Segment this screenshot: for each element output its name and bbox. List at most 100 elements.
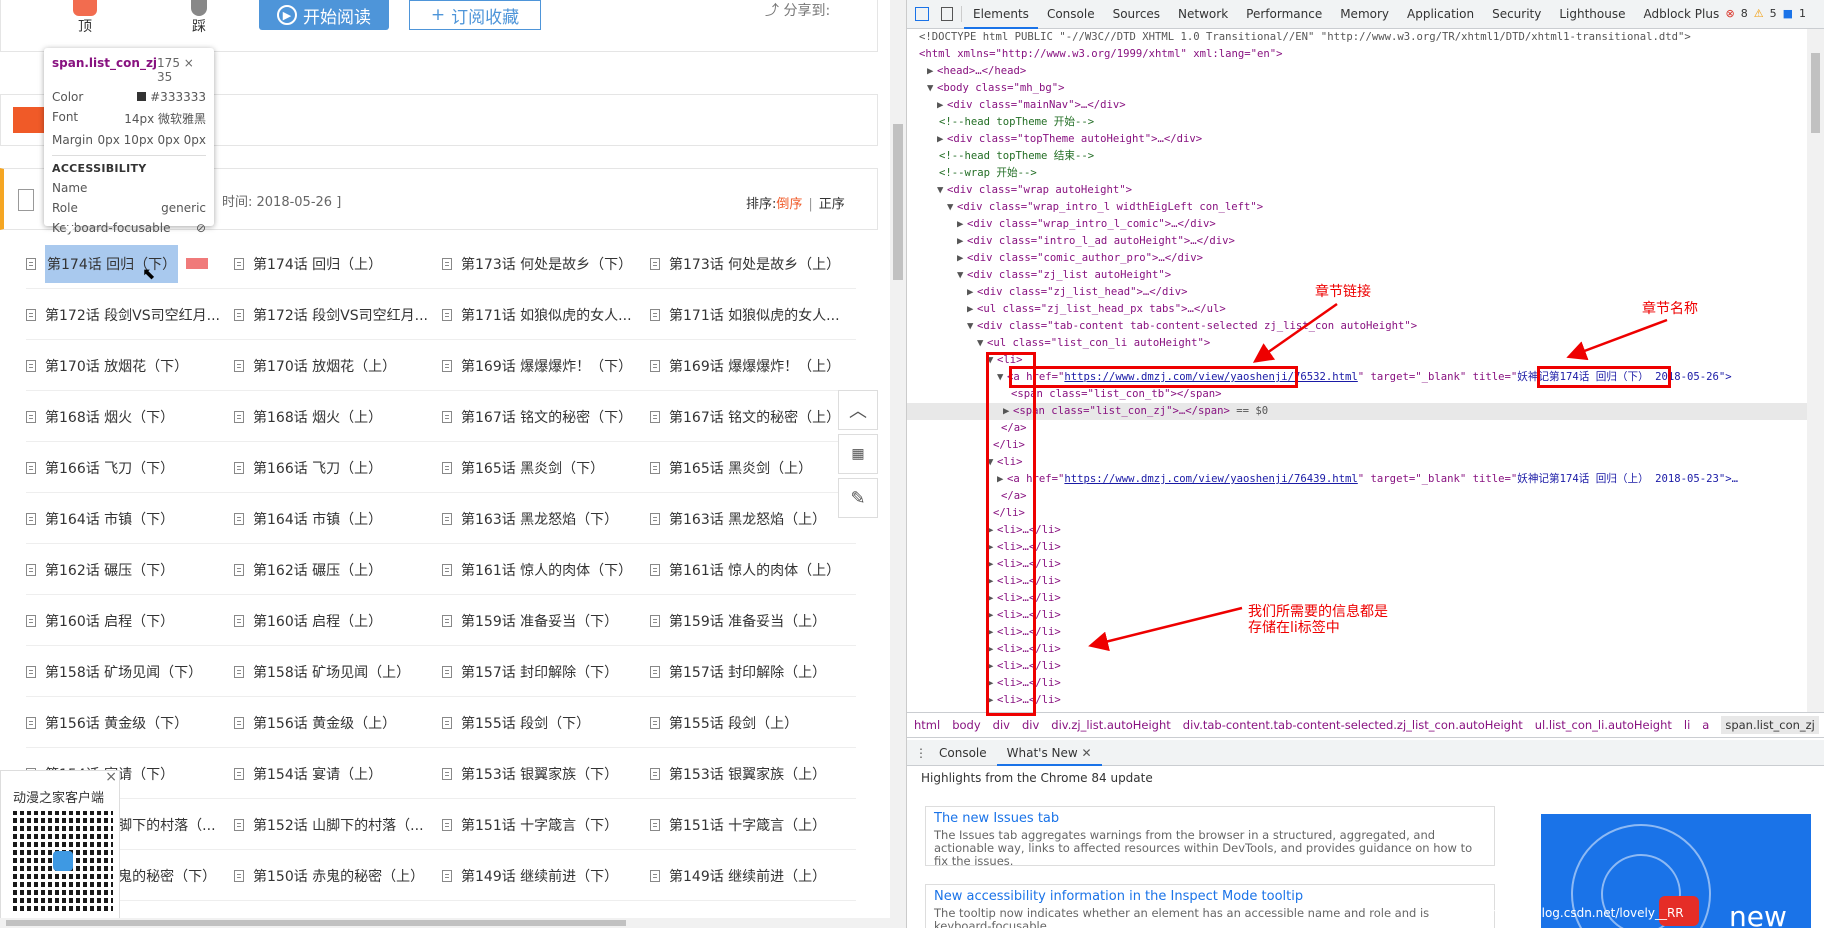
- dislike-button[interactable]: 踩: [179, 0, 219, 36]
- dom-node[interactable]: ▼ <div class="wrap autoHeight">: [907, 182, 1132, 199]
- chapter-link[interactable]: 第149话 继续前进（上）: [650, 850, 850, 901]
- breadcrumb-item[interactable]: ul.list_con_li.autoHeight: [1535, 718, 1672, 732]
- sort-asc-link[interactable]: 正序: [819, 197, 845, 212]
- news-card-title[interactable]: New accessibility information in the Ins…: [934, 889, 1486, 904]
- page-scrollbar[interactable]: [890, 0, 906, 928]
- chapter-link[interactable]: 第172话 段剑VS司空红月...: [234, 289, 434, 340]
- chapter-link[interactable]: 第156话 黄金级（上）: [234, 697, 434, 748]
- tab-sources[interactable]: Sources: [1104, 0, 1169, 29]
- dom-node[interactable]: <!--head topTheme 开始-->: [907, 114, 1094, 131]
- dom-node[interactable]: ▶ <div class="intro_l_ad autoHeight">…</d…: [907, 233, 1235, 250]
- expand-triangle-icon[interactable]: ▶: [927, 63, 937, 80]
- expand-triangle-icon[interactable]: ▶: [957, 250, 967, 267]
- dom-node[interactable]: ▶ <div class="topTheme autoHeight">…</div…: [907, 131, 1202, 148]
- chapter-link[interactable]: 第172话 段剑VS司空红月...: [26, 289, 226, 340]
- dom-node[interactable]: ▶ <li>…</li>: [907, 522, 1061, 539]
- chapter-link[interactable]: 第150话 赤鬼的秘密（上）: [234, 850, 434, 901]
- chapter-link[interactable]: 第171话 如狼似虎的女人...: [650, 289, 850, 340]
- chapter-link[interactable]: 第152话 山脚下的村落（...: [234, 799, 434, 850]
- tab-application[interactable]: Application: [1398, 0, 1483, 29]
- page-hscrollbar[interactable]: [0, 918, 890, 928]
- dom-tree-scrollbar[interactable]: [1807, 29, 1824, 712]
- collapse-triangle-icon[interactable]: ▼: [927, 80, 937, 97]
- sort-desc-link[interactable]: 倒序: [776, 197, 802, 212]
- dom-node[interactable]: ▶ <ul class="zj_list_head_px tabs">…</ul>: [907, 301, 1226, 318]
- chapter-link[interactable]: 第156话 黄金级（下）: [26, 697, 226, 748]
- chapter-link[interactable]: 第157话 封印解除（下）: [442, 646, 642, 697]
- inspect-element-icon[interactable]: [915, 7, 929, 21]
- dom-node[interactable]: ▶ <li>…</li>: [907, 692, 1061, 709]
- chapter-link[interactable]: 第155话 段剑（下）: [442, 697, 642, 748]
- scroll-top-button[interactable]: ︿: [838, 390, 878, 430]
- dom-node[interactable]: <span class="list_con_tb"></span>: [907, 386, 1221, 403]
- chapter-link[interactable]: 第153话 银翼家族（上）: [650, 748, 850, 799]
- news-card[interactable]: New accessibility information in the Ins…: [925, 884, 1495, 928]
- share-label[interactable]: ⤴ 分享到:: [765, 0, 830, 20]
- dom-node-selected[interactable]: ▶ <span class="list_con_zj">…</span> == $…: [907, 403, 1807, 420]
- chapter-link[interactable]: 第167话 铭文的秘密（下）: [442, 391, 642, 442]
- chapter-link[interactable]: 第173话 何处是故乡（下）: [442, 238, 642, 289]
- chapter-link[interactable]: 第158话 矿场见闻（下）: [26, 646, 226, 697]
- chapter-link[interactable]: 第149话 继续前进（下）: [442, 850, 642, 901]
- chapter-link[interactable]: 第161话 惊人的肉体（上）: [650, 544, 850, 595]
- chapter-link[interactable]: 第158话 矿场见闻（上）: [234, 646, 434, 697]
- start-reading-button[interactable]: ▶ 开始阅读: [259, 0, 389, 30]
- dom-node[interactable]: ▶ <div class="mainNav">…</div>: [907, 97, 1126, 114]
- tab-elements[interactable]: Elements: [964, 0, 1038, 29]
- breadcrumb-item[interactable]: div: [1022, 718, 1039, 732]
- chapter-link[interactable]: 第160话 启程（上）: [234, 595, 434, 646]
- chapter-link[interactable]: 第154话 宴请（上）: [234, 748, 434, 799]
- breadcrumb-item[interactable]: html: [914, 718, 940, 732]
- tab-console[interactable]: Console: [929, 740, 997, 766]
- chapter-link[interactable]: 第166话 飞刀（下）: [26, 442, 226, 493]
- chapter-link[interactable]: 第174话 回归（上）: [234, 238, 434, 289]
- expand-triangle-icon[interactable]: ▶: [957, 216, 967, 233]
- dom-node[interactable]: ▶ <li>…</li>: [907, 658, 1061, 675]
- chapter-link[interactable]: 第169话 爆爆爆炸！（下）: [442, 340, 642, 391]
- dom-node[interactable]: ▶ <li>…</li>: [907, 556, 1061, 573]
- dom-node[interactable]: ▶ <head>…</head>: [907, 63, 1026, 80]
- dom-node[interactable]: <!DOCTYPE html PUBLIC "-//W3C//DTD XHTML…: [907, 29, 1691, 46]
- dom-node[interactable]: <!--wrap 开始-->: [907, 165, 1037, 182]
- chapter-link[interactable]: 第165话 黑炎剑（下）: [442, 442, 642, 493]
- collapse-triangle-icon[interactable]: ▼: [977, 335, 987, 352]
- tab-console[interactable]: Console: [1038, 0, 1104, 29]
- more-icon[interactable]: ⋮: [913, 746, 929, 760]
- dom-node[interactable]: ▶ <li>…</li>: [907, 607, 1061, 624]
- tab-performance[interactable]: Performance: [1237, 0, 1331, 29]
- chapter-link[interactable]: 第162话 碾压（下）: [26, 544, 226, 595]
- chapter-link[interactable]: 第168话 烟火（上）: [234, 391, 434, 442]
- chapter-link[interactable]: 第160话 启程（下）: [26, 595, 226, 646]
- edit-button[interactable]: ✎: [838, 478, 878, 518]
- chapter-link[interactable]: 第170话 放烟花（上）: [234, 340, 434, 391]
- dom-node[interactable]: ▶ <li>…</li>: [907, 539, 1061, 556]
- dom-node[interactable]: ▶ <li>…</li>: [907, 624, 1061, 641]
- chapter-link[interactable]: 第164话 市镇（上）: [234, 493, 434, 544]
- dom-node[interactable]: ▶ <div class="comic_author_pro">…</div>: [907, 250, 1203, 267]
- tab-memory[interactable]: Memory: [1331, 0, 1398, 29]
- dom-node[interactable]: <!--head topTheme 结束-->: [907, 148, 1094, 165]
- qrcode-button[interactable]: ▦: [838, 434, 878, 474]
- dom-node[interactable]: ▶ <div class="zj_list_head">…</div>: [907, 284, 1187, 301]
- dom-node[interactable]: ▶ <li>…</li>: [907, 641, 1061, 658]
- dom-node[interactable]: ▶ <li>…</li>: [907, 573, 1061, 590]
- device-toolbar-icon[interactable]: [941, 7, 953, 21]
- breadcrumb-item[interactable]: body: [952, 718, 980, 732]
- dom-node[interactable]: ▼ <div class="zj_list autoHeight">: [907, 267, 1171, 284]
- scrollbar-thumb[interactable]: [1811, 53, 1820, 133]
- chapter-link[interactable]: 第163话 黑龙怒焰（下）: [442, 493, 642, 544]
- dom-node[interactable]: ▼ <div class="tab-content tab-content-sel…: [907, 318, 1417, 335]
- chapter-link[interactable]: 第174话 回归（下） ⬉: [26, 238, 226, 289]
- news-card[interactable]: The new Issues tab The Issues tab aggreg…: [925, 806, 1495, 868]
- expand-triangle-icon[interactable]: ▶: [967, 301, 977, 318]
- expand-triangle-icon[interactable]: ▶: [957, 233, 967, 250]
- dom-node[interactable]: ▼ <div class="wrap_intro_l widthEigLeft c…: [907, 199, 1263, 216]
- href-link[interactable]: https://www.dmzj.com/view/yaoshenji/7643…: [1064, 473, 1357, 485]
- dom-node[interactable]: ▶ <li>…</li>: [907, 590, 1061, 607]
- chapter-link[interactable]: 第163话 黑龙怒焰（上）: [650, 493, 850, 544]
- breadcrumb-item[interactable]: span.list_con_zj: [1721, 716, 1819, 734]
- breadcrumb-item[interactable]: a: [1702, 718, 1709, 732]
- subscribe-button[interactable]: + 订阅收藏: [409, 0, 541, 30]
- chapter-link[interactable]: 第166话 飞刀（上）: [234, 442, 434, 493]
- collapse-triangle-icon[interactable]: ▼: [937, 182, 947, 199]
